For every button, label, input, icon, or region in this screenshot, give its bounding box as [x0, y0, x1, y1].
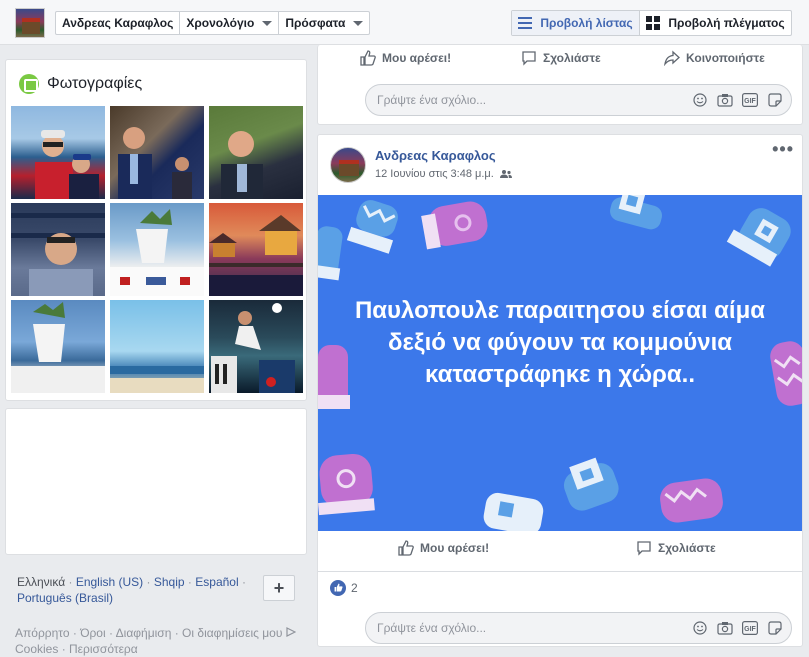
- thumbs-up-icon: [360, 50, 376, 66]
- svg-text:GIF: GIF: [744, 626, 756, 633]
- language-portuguese-link[interactable]: Português (Brasil): [17, 591, 113, 605]
- list-icon: [518, 17, 533, 29]
- photo-thumbnail[interactable]: [209, 300, 303, 393]
- like-reaction-icon: [330, 579, 346, 596]
- photo-thumbnail[interactable]: [11, 106, 105, 199]
- profile-thumbnail[interactable]: [15, 8, 45, 38]
- adchoices-icon: [286, 627, 297, 637]
- reactions-count: 2: [351, 580, 358, 595]
- timeline-dropdown[interactable]: Χρονολόγιο: [180, 12, 280, 34]
- cover-nav-bar: Ανδρεας Καραφλος Χρονολόγιο Πρόσφατα Προ…: [0, 0, 809, 45]
- sticker-icon[interactable]: [767, 620, 783, 636]
- share-button[interactable]: Κοινοποιήστε: [664, 50, 765, 66]
- like-button[interactable]: Μου αρέσει!: [360, 50, 451, 66]
- share-icon: [664, 50, 680, 66]
- language-english-link[interactable]: English (US): [76, 575, 143, 589]
- photos-card: Φωτογραφίες: [5, 59, 307, 401]
- emoji-icon[interactable]: [692, 92, 708, 108]
- post-text: Παυλοπουλε παραιτησου είσαι αίμα δεξιό ν…: [354, 297, 766, 388]
- language-albanian-link[interactable]: Shqip: [154, 575, 185, 589]
- language-greek: Ελληνικά: [17, 575, 66, 589]
- svg-text:GIF: GIF: [744, 98, 756, 105]
- footer-line-1[interactable]: Απόρρητο · Όροι · Διαφήμιση · Οι διαφημί…: [15, 625, 305, 641]
- grid-icon: [646, 16, 661, 30]
- list-view-button[interactable]: Προβολή λίστας: [512, 11, 640, 35]
- chevron-down-icon: [262, 20, 273, 26]
- profile-name-link[interactable]: Ανδρεας Καραφλος: [56, 12, 181, 34]
- gif-icon[interactable]: GIF: [742, 92, 758, 108]
- photos-icon: [19, 74, 39, 94]
- photo-grid: [11, 106, 303, 393]
- photo-thumbnail[interactable]: [110, 106, 204, 199]
- comment-input[interactable]: Γράψτε ένα σχόλιο... GIF: [365, 612, 792, 644]
- author-avatar[interactable]: [330, 147, 366, 183]
- footer-links: Απόρρητο · Όροι · Διαφήμιση · Οι διαφημί…: [15, 625, 305, 657]
- emoji-icon[interactable]: [692, 620, 708, 636]
- language-spanish-link[interactable]: Español: [195, 575, 238, 589]
- photo-thumbnail[interactable]: [209, 203, 303, 296]
- add-language-button[interactable]: +: [263, 575, 295, 601]
- recent-dropdown[interactable]: Πρόσφατα: [279, 12, 369, 34]
- photos-title: Φωτογραφίες: [47, 75, 143, 92]
- post-timestamp[interactable]: 12 Ιουνίου στις 3:48 μ.μ.: [375, 168, 512, 180]
- footer-line-2[interactable]: Cookies · Περισσότερα: [15, 641, 305, 657]
- photo-thumbnail[interactable]: [110, 203, 204, 296]
- photos-header[interactable]: Φωτογραφίες: [19, 74, 142, 94]
- sticker-icon[interactable]: [767, 92, 783, 108]
- comment-icon: [637, 541, 651, 556]
- photo-thumbnail[interactable]: [110, 300, 204, 393]
- post-card: Μου αρέσει! Σχολιάστε Κοινοποιήστε Γράψτ…: [317, 45, 803, 125]
- post-background: Παυλοπουλε παραιτησου είσαι αίμα δεξιό ν…: [318, 195, 802, 531]
- comment-button[interactable]: Σχολιάστε: [636, 540, 716, 556]
- empty-sidebar-card: [5, 408, 307, 555]
- photo-thumbnail[interactable]: [11, 203, 105, 296]
- grid-view-button[interactable]: Προβολή πλέγματος: [640, 11, 791, 35]
- camera-icon[interactable]: [717, 92, 733, 108]
- post-card: Ανδρεας Καραφλος 12 Ιουνίου στις 3:48 μ.…: [317, 134, 803, 647]
- thumbs-up-icon: [398, 540, 414, 556]
- view-toggle: Προβολή λίστας Προβολή πλέγματος: [511, 10, 792, 36]
- language-selector: Ελληνικά · English (US) · Shqip · Españo…: [5, 565, 307, 617]
- photo-thumbnail[interactable]: [11, 300, 105, 393]
- photo-thumbnail[interactable]: [209, 106, 303, 199]
- reactions-summary[interactable]: 2: [318, 571, 802, 603]
- author-name-link[interactable]: Ανδρεας Καραφλος: [375, 148, 496, 163]
- like-button[interactable]: Μου αρέσει!: [398, 540, 489, 556]
- comment-icon: [522, 51, 536, 66]
- more-options-button[interactable]: •••: [772, 140, 794, 158]
- camera-icon[interactable]: [717, 620, 733, 636]
- gif-icon[interactable]: GIF: [742, 620, 758, 636]
- comment-input[interactable]: Γράψτε ένα σχόλιο... GIF: [365, 84, 792, 116]
- friends-audience-icon: [499, 170, 512, 178]
- comment-button[interactable]: Σχολιάστε: [521, 50, 601, 66]
- chevron-down-icon: [353, 20, 364, 26]
- profile-nav: Ανδρεας Καραφλος Χρονολόγιο Πρόσφατα: [55, 11, 371, 35]
